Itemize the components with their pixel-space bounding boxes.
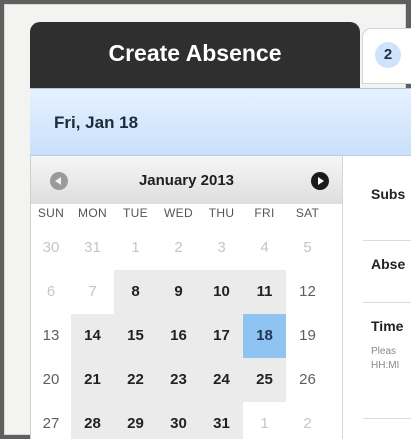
step-number-badge: 2 bbox=[375, 42, 401, 68]
calendar-day[interactable]: 6 bbox=[31, 270, 71, 314]
calendar-day[interactable]: 10 bbox=[200, 270, 243, 314]
field-divider bbox=[363, 302, 411, 303]
calendar-day[interactable]: 20 bbox=[31, 358, 71, 402]
weekday-label: SAT bbox=[295, 206, 320, 220]
calendar-day[interactable]: 27 bbox=[31, 402, 71, 439]
calendar-week-row: 27 28 29 30 31 1 2 bbox=[31, 402, 342, 439]
calendar-week-row: 20 21 22 23 24 25 26 bbox=[31, 358, 342, 402]
calendar-day[interactable]: 8 bbox=[114, 270, 157, 314]
calendar-day[interactable]: 9 bbox=[157, 270, 200, 314]
calendar-day[interactable]: 3 bbox=[200, 226, 243, 270]
weekday-label: WED bbox=[164, 206, 193, 220]
calendar-day[interactable]: 15 bbox=[114, 314, 157, 358]
calendar-day[interactable]: 31 bbox=[71, 226, 114, 270]
substitute-field-label[interactable]: Subs bbox=[371, 186, 405, 202]
calendar-day[interactable]: 23 bbox=[157, 358, 200, 402]
calendar-day[interactable]: 30 bbox=[31, 226, 71, 270]
selected-date-label: Fri, Jan 18 bbox=[54, 113, 139, 132]
calendar: January 2013 SUN MON TUE WED THU FRI SAT… bbox=[31, 156, 343, 439]
calendar-day[interactable]: 22 bbox=[114, 358, 157, 402]
calendar-day[interactable]: 2 bbox=[286, 402, 329, 439]
calendar-day[interactable]: 13 bbox=[31, 314, 71, 358]
weekday-label: THU bbox=[208, 206, 235, 220]
calendar-day[interactable]: 1 bbox=[243, 402, 286, 439]
calendar-day[interactable]: 14 bbox=[71, 314, 114, 358]
weekday-label: SUN bbox=[37, 206, 65, 220]
calendar-day[interactable]: 25 bbox=[243, 358, 286, 402]
calendar-day[interactable]: 24 bbox=[200, 358, 243, 402]
calendar-day[interactable]: 4 bbox=[243, 226, 286, 270]
field-divider bbox=[363, 240, 411, 241]
absence-form-fields: Subs Abse Time Pleas HH:MI bbox=[343, 156, 411, 439]
calendar-day[interactable]: 1 bbox=[114, 226, 157, 270]
tab-title: Create Absence bbox=[108, 40, 282, 66]
calendar-day[interactable]: 11 bbox=[243, 270, 286, 314]
selected-date-header: Fri, Jan 18 bbox=[30, 88, 411, 156]
absence-field-label[interactable]: Abse bbox=[371, 256, 405, 272]
calendar-day[interactable]: 21 bbox=[71, 358, 114, 402]
calendar-day[interactable]: 30 bbox=[157, 402, 200, 439]
weekday-label: TUE bbox=[123, 206, 148, 220]
tab-step-2[interactable]: 2 bbox=[362, 28, 411, 84]
chevron-right-icon bbox=[318, 177, 324, 185]
calendar-day[interactable]: 12 bbox=[286, 270, 329, 314]
calendar-day[interactable]: 7 bbox=[71, 270, 114, 314]
calendar-week-row: 13 14 15 16 17 18 19 bbox=[31, 314, 342, 358]
calendar-grid: 30 31 1 2 3 4 5 6 7 8 9 10 11 12 13 14 1… bbox=[31, 226, 342, 439]
calendar-day[interactable]: 28 bbox=[71, 402, 114, 439]
time-hint-text: Pleas bbox=[371, 346, 397, 357]
tab-create-absence[interactable]: Create Absence bbox=[30, 22, 360, 88]
calendar-month-label: January 2013 bbox=[138, 172, 235, 189]
calendar-header: January 2013 bbox=[31, 156, 342, 204]
time-format-hint: HH:MI bbox=[371, 360, 400, 371]
calendar-day[interactable]: 16 bbox=[157, 314, 200, 358]
calendar-day[interactable]: 5 bbox=[286, 226, 329, 270]
calendar-day[interactable]: 19 bbox=[286, 314, 329, 358]
time-field-label[interactable]: Time bbox=[371, 318, 403, 334]
weekday-header-row: SUN MON TUE WED THU FRI SAT bbox=[31, 206, 342, 224]
next-month-button[interactable] bbox=[311, 172, 329, 190]
calendar-day[interactable]: 2 bbox=[157, 226, 200, 270]
calendar-week-row: 6 7 8 9 10 11 12 bbox=[31, 270, 342, 314]
form-content: January 2013 SUN MON TUE WED THU FRI SAT… bbox=[30, 156, 411, 439]
field-divider bbox=[363, 418, 411, 419]
calendar-day[interactable]: 29 bbox=[114, 402, 157, 439]
calendar-day[interactable]: 31 bbox=[200, 402, 243, 439]
calendar-day[interactable]: 26 bbox=[286, 358, 329, 402]
calendar-day-selected[interactable]: 18 bbox=[243, 314, 286, 358]
calendar-week-row: 30 31 1 2 3 4 5 bbox=[31, 226, 342, 270]
calendar-day[interactable]: 17 bbox=[200, 314, 243, 358]
weekday-label: FRI bbox=[254, 206, 275, 220]
weekday-label: MON bbox=[78, 206, 107, 220]
